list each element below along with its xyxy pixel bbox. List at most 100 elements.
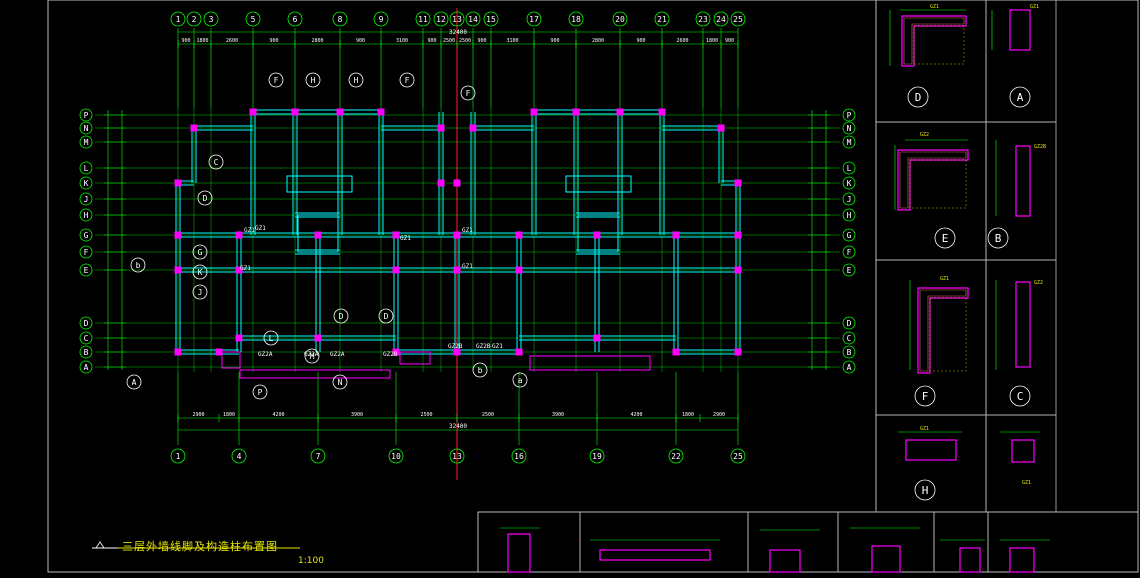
column-36	[672, 348, 680, 356]
grid-bubble-top-label-11: 11	[418, 15, 428, 24]
column-3	[336, 108, 344, 116]
grid-bubble-top-label-2: 2	[192, 15, 197, 24]
grid-bubble-right-label-N: N	[847, 124, 852, 133]
callout-12-text: L	[269, 334, 274, 343]
detail-panel-6	[875, 414, 987, 513]
dim-top-seg-11: 3100	[506, 38, 518, 44]
column-9	[616, 108, 624, 116]
column-26	[453, 266, 461, 274]
grid-bubble-left-label-A: A	[84, 363, 89, 372]
dim-bottom-seg-5: 2500	[482, 412, 494, 418]
grid-bubble-right-label-H: H	[847, 211, 852, 220]
callout-1-text: H	[311, 76, 316, 85]
callout-10-text: b	[136, 261, 141, 270]
callout-4-text: F	[466, 89, 471, 98]
column-tag-3: GZ1	[462, 227, 473, 234]
dim-top-seg-13: 2800	[592, 38, 604, 44]
column-tag-11: GZ1	[244, 227, 255, 234]
grid-bubble-top-label-12: 12	[436, 15, 446, 24]
column-tag-0: GZ1	[255, 225, 266, 232]
column-13	[734, 179, 742, 187]
callout-2-text: H	[354, 76, 359, 85]
dim-top-seg-3: 900	[269, 38, 278, 44]
grid-bubble-bottom-label-1: 1	[176, 452, 181, 461]
grid-bubble-top-label-1: 1	[176, 15, 181, 24]
callout-0-text: F	[274, 76, 279, 85]
dim-bottom-seg-2: 4200	[272, 412, 284, 418]
detail-bubble-label-F: F	[922, 390, 929, 403]
grid-bubble-bottom-label-16: 16	[514, 452, 524, 461]
grid-bubble-top-label-18: 18	[571, 15, 581, 24]
dim-top-total: 32400	[449, 29, 467, 36]
column-2	[291, 108, 299, 116]
detail-bubble-label-E: E	[942, 232, 949, 245]
grid-bubble-left-label-K: K	[84, 179, 89, 188]
grid-bubble-top-label-17: 17	[529, 15, 539, 24]
grid-bubble-top-label-23: 23	[698, 15, 708, 24]
detail-bubble-label-A: A	[1017, 91, 1024, 104]
drawing-canvas: 1 2 3 5 6 8 9 11 12 13 14 15 17 18 20 21 23 24 25 1 4 7 10 13 16…	[0, 0, 1140, 574]
grid-bubble-left-label-C: C	[84, 334, 89, 343]
bottom-detail-body-4	[959, 547, 981, 573]
detail-H-body	[905, 439, 957, 461]
dim-bottom-seg-6: 3900	[552, 412, 564, 418]
column-0	[190, 124, 198, 132]
grid-bubble-bottom-label-22: 22	[671, 452, 681, 461]
column-23	[174, 266, 182, 274]
detail-A-body	[1009, 9, 1031, 51]
detail-bubble-label-C: C	[1017, 390, 1024, 403]
column-tag-8: GZ2B	[448, 343, 463, 350]
cad-drawing: 1 2 3 5 6 8 9 11 12 13 14 15 17 18 20 21 23 24 251 4 7 10 13 16…	[47, 0, 1139, 573]
grid-bubble-right-label-F: F	[847, 248, 852, 257]
grid-bubble-right-label-D: D	[847, 319, 852, 328]
detail-panel-2	[875, 121, 987, 261]
dim-top-seg-15: 2600	[676, 38, 688, 44]
detail-tag-6: GZ1	[920, 426, 929, 432]
detail-B-body	[1015, 145, 1031, 217]
detail-tag-0: GZ1	[930, 4, 939, 10]
grid-bubble-left-label-B: B	[84, 348, 89, 357]
detail-tag-5: GZ2	[1034, 280, 1043, 286]
drawing-scale: 1:100	[298, 556, 324, 566]
dim-top-seg-9: 2500	[459, 38, 471, 44]
column-tag-4: GZ2A	[258, 351, 273, 358]
dim-top-seg-0: 900	[181, 38, 190, 44]
bottom-detail-body-1	[599, 549, 711, 561]
callout-13-text: M	[310, 352, 315, 361]
dim-top-seg-14: 900	[636, 38, 645, 44]
dim-bottom-seg-8: 1800	[682, 412, 694, 418]
dim-bottom-seg-0: 2900	[192, 412, 204, 418]
grid-bubble-right-label-K: K	[847, 179, 852, 188]
column-29	[215, 348, 223, 356]
detail-tag-3: GZ2B	[1034, 144, 1046, 150]
column-20	[593, 231, 601, 239]
callout-6-text: D	[203, 194, 208, 203]
dim-bottom-seg-9: 2900	[713, 412, 725, 418]
grid-bubble-top-label-13: 13	[452, 15, 462, 24]
column-37	[734, 348, 742, 356]
column-tag-7: GZ2B	[383, 351, 398, 358]
callout-8-text: K	[198, 268, 203, 277]
grid-bubble-bottom-label-4: 4	[237, 452, 242, 461]
column-tag-6: GZ2A	[330, 351, 345, 358]
column-22	[734, 231, 742, 239]
grid-bubble-top-label-9: 9	[379, 15, 384, 24]
column-tag-12: GZ1	[462, 263, 473, 270]
column-25	[392, 266, 400, 274]
balcony-s2	[529, 355, 651, 371]
callout-18-text: b	[478, 366, 483, 375]
callout-19-text: a	[518, 376, 523, 385]
grid-bubble-right-label-L: L	[847, 164, 852, 173]
grid-bubble-bottom-label-13: 13	[452, 452, 462, 461]
grid-bubble-left-label-G: G	[84, 231, 89, 240]
dim-top-seg-2: 2600	[226, 38, 238, 44]
column-7	[530, 108, 538, 116]
grid-bubble-top-label-6: 6	[293, 15, 298, 24]
callout-5-text: C	[214, 158, 219, 167]
balcony-s1	[239, 369, 391, 379]
detail-C-body	[1015, 281, 1031, 368]
detail-GZ1-body	[1011, 439, 1035, 463]
dim-top-seg-16: 1800	[706, 38, 718, 44]
detail-bubble-label-H: H	[922, 484, 929, 497]
column-19	[515, 231, 523, 239]
